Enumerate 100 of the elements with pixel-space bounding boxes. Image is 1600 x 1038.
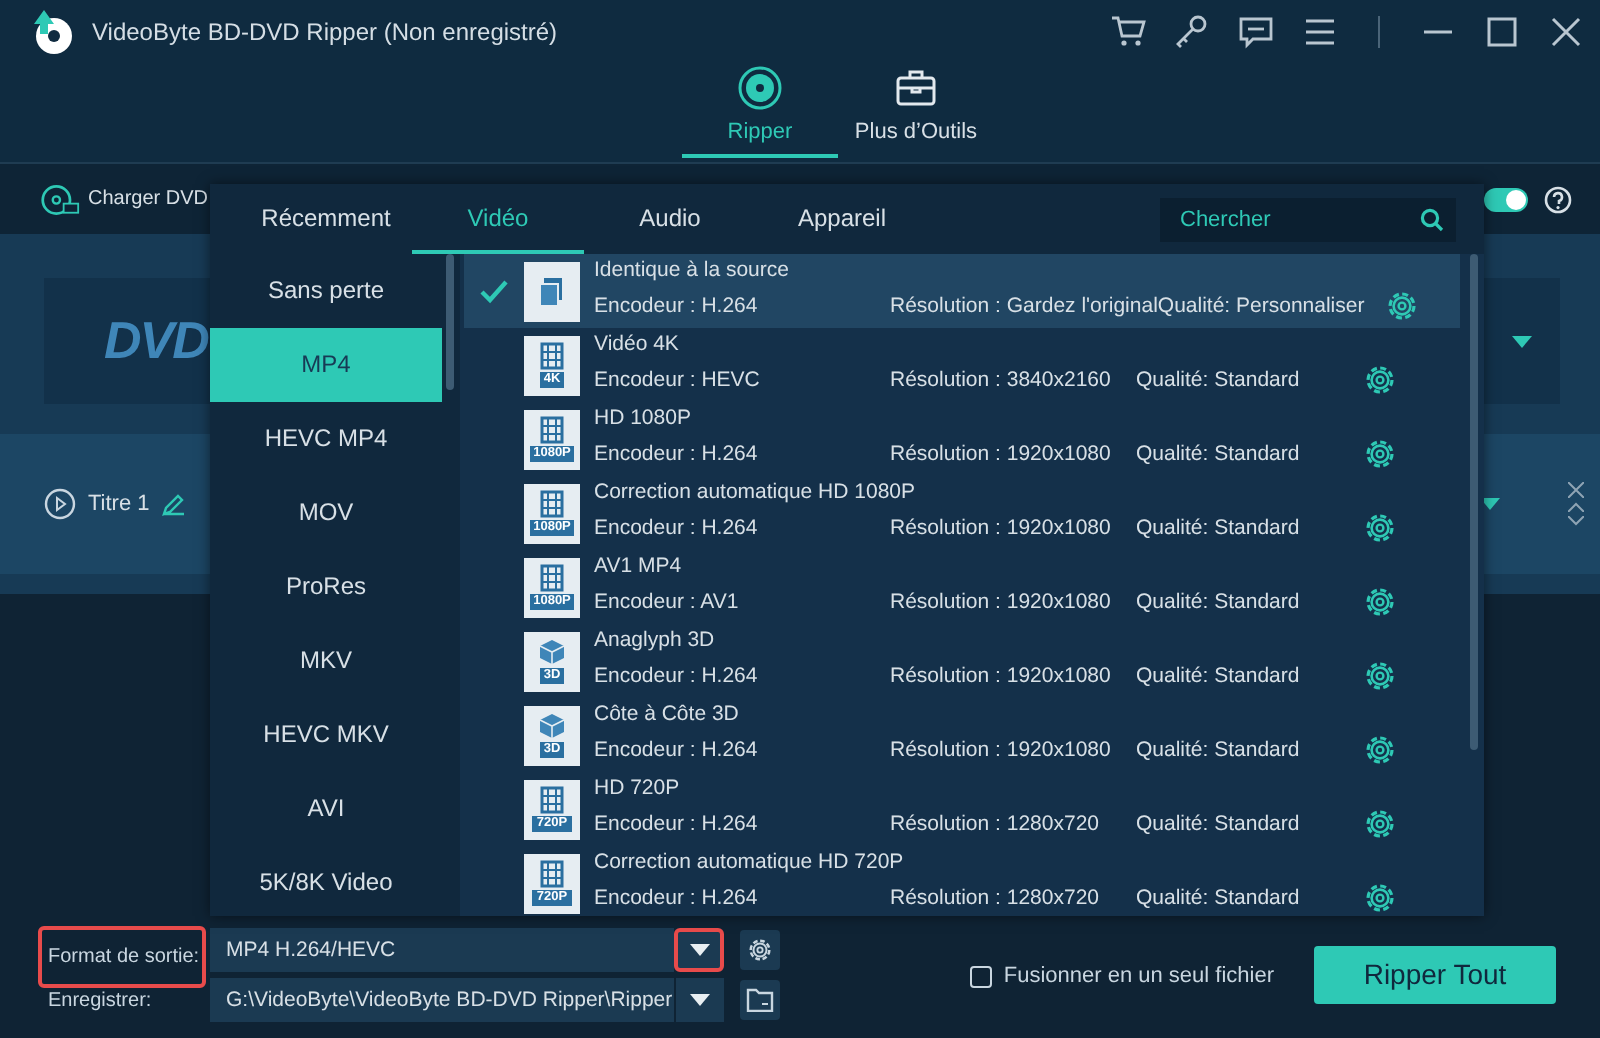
format-icon — [524, 261, 580, 321]
profile-row[interactable]: Identique à la source Encodeur : H.264 Résolution : Gardez l'originalQualité: Personnaliser — [464, 254, 1460, 328]
scrollbar-thumb[interactable] — [1470, 254, 1478, 750]
resolution-text: Résolution : 1280x720 — [890, 812, 1101, 836]
dvd-logo: DVD — [104, 310, 208, 372]
settings-icon[interactable] — [1362, 880, 1398, 916]
profile-name: Anaglyph 3D — [594, 628, 717, 652]
search-icon — [1420, 207, 1444, 231]
encoder-text: Encodeur : H.264 — [594, 516, 760, 540]
format-category[interactable]: 5K/8K Video — [210, 846, 442, 916]
menu-icon[interactable] — [1302, 14, 1338, 50]
profile-name: Côte à Côte 3D — [594, 702, 741, 726]
profile-name: Correction automatique HD 1080P — [594, 480, 918, 504]
format-tab[interactable]: Audio — [584, 184, 756, 254]
disc-icon — [40, 181, 80, 217]
settings-icon[interactable] — [1362, 658, 1398, 694]
play-icon[interactable] — [44, 488, 76, 520]
resolution-text: Résolution : 1920x1080 — [890, 442, 1113, 466]
encoder-text: Encodeur : HEVC — [594, 368, 762, 392]
resolution-text: Résolution : 1920x1080 — [890, 516, 1113, 540]
quality-text: Qualité: Standard — [1136, 812, 1302, 836]
encoder-text: Encodeur : H.264 — [594, 442, 760, 466]
profile-name: AV1 MP4 — [594, 554, 684, 578]
help-icon[interactable] — [1544, 185, 1572, 213]
up-icon[interactable] — [1568, 502, 1584, 512]
settings-icon[interactable] — [1362, 732, 1398, 768]
encoder-text: Encodeur : H.264 — [594, 664, 760, 688]
search-field[interactable]: Chercher — [1160, 197, 1456, 241]
scrollbar-thumb[interactable] — [446, 254, 454, 390]
save-path-field[interactable]: G:\VideoByte\VideoByte BD-DVD Ripper\Ripper — [210, 978, 674, 1022]
profile-name: Identique à la source — [594, 258, 791, 282]
checkbox[interactable] — [969, 965, 992, 987]
resolution-text: Résolution : 3840x2160 — [890, 368, 1113, 392]
quality-text: Qualité: Standard — [1136, 516, 1302, 540]
dropdown-arrow-icon — [689, 944, 709, 956]
resolution-text: Résolution : 1920x1080 — [890, 738, 1113, 762]
format-category[interactable]: MKV — [210, 624, 442, 698]
rip-all-button[interactable]: Ripper Tout — [1314, 945, 1556, 1003]
save-to-label: Enregistrer: — [46, 987, 154, 1015]
format-category[interactable]: AVI — [210, 772, 442, 846]
dropdown-button[interactable] — [674, 928, 724, 972]
cart-icon[interactable] — [1110, 14, 1146, 50]
load-dvd-button[interactable]: Charger DVD — [40, 181, 209, 217]
resolution-text: Résolution : 1920x1080 — [890, 590, 1113, 614]
format-tab[interactable]: Appareil — [756, 184, 928, 254]
format-category[interactable]: ProRes — [210, 550, 442, 624]
profile-name: Correction automatique HD 720P — [594, 850, 906, 874]
settings-icon[interactable] — [1362, 806, 1398, 842]
settings-icon[interactable] — [1383, 288, 1420, 324]
resolution-text: Résolution : 1280x720 — [890, 886, 1101, 910]
nav-tab[interactable]: Ripper — [682, 64, 838, 158]
close-icon[interactable] — [1568, 482, 1584, 498]
maximize-icon[interactable] — [1484, 14, 1520, 50]
title-label: Titre 1 — [88, 492, 150, 516]
format-tab[interactable]: Récemment — [240, 184, 412, 254]
folder-icon — [746, 988, 774, 1012]
dropdown-arrow-icon[interactable] — [1512, 335, 1532, 347]
quality-text: Qualité: Standard — [1136, 442, 1302, 466]
dropdown-arrow-icon[interactable] — [1480, 498, 1500, 510]
quality-text: Qualité: Standard — [1136, 886, 1302, 910]
encoder-text: Encodeur : H.264 — [594, 812, 760, 836]
settings-icon[interactable] — [1362, 510, 1398, 546]
profile-name: Vidéo 4K — [594, 332, 681, 356]
settings-icon[interactable] — [1362, 584, 1398, 620]
folder-button[interactable] — [740, 980, 780, 1020]
pencil-icon[interactable] — [161, 492, 186, 516]
format-category[interactable]: HEVC MP4 — [210, 402, 442, 476]
merge-label: Fusionner en un seul fichier — [1003, 964, 1274, 988]
encoder-text: Encodeur : H.264 — [594, 886, 760, 910]
encoder-text: Encodeur : H.264 — [594, 294, 760, 318]
encoder-text: Encodeur : AV1 — [594, 590, 741, 614]
down-icon[interactable] — [1568, 516, 1584, 526]
output-format-label: Format de sortie: — [38, 926, 206, 988]
settings-icon[interactable] — [1362, 436, 1398, 472]
quality-text: Qualité: Standard — [1136, 368, 1302, 392]
profile-name: HD 1080P — [594, 406, 693, 430]
window-title: VideoByte BD-DVD Ripper (Non enregistré) — [92, 18, 560, 46]
format-category[interactable]: HEVC MKV — [210, 698, 442, 772]
format-category[interactable]: Sans perte — [210, 254, 442, 328]
key-icon[interactable] — [1174, 14, 1210, 50]
close-icon[interactable] — [1548, 14, 1584, 50]
output-format-field[interactable]: MP4 H.264/HEVC — [210, 928, 674, 972]
quality-text: Qualité: Standard — [1136, 664, 1302, 688]
resolution-text: Résolution : 1920x1080 — [890, 664, 1113, 688]
dropdown-button[interactable] — [674, 978, 724, 1022]
settings-icon[interactable] — [1362, 362, 1398, 398]
resolution-text: Résolution : Gardez l'original — [890, 294, 1158, 318]
quality-text: Qualité: Personnaliser — [1157, 294, 1367, 318]
settings-icon — [746, 936, 774, 964]
nav-tab[interactable]: Plus d’Outils — [838, 64, 994, 158]
settings-button[interactable] — [740, 930, 780, 970]
chat-icon[interactable] — [1238, 14, 1274, 50]
dropdown-arrow-icon — [690, 994, 710, 1006]
toggle-switch[interactable] — [1484, 187, 1528, 211]
toolbox-icon — [894, 66, 938, 110]
quality-text: Qualité: Standard — [1136, 738, 1302, 762]
format-category[interactable]: MOV — [210, 476, 442, 550]
logo-icon — [28, 8, 76, 56]
format-category[interactable]: MP4 — [210, 328, 442, 402]
encoder-text: Encodeur : H.264 — [594, 738, 760, 762]
